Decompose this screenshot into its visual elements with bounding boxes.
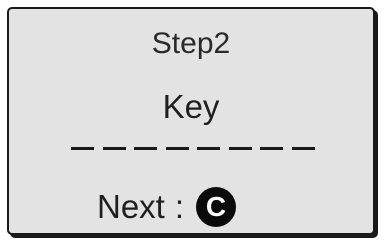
key-digit-slot [165, 147, 189, 150]
next-separator: : [174, 188, 185, 225]
key-digit-slot [197, 147, 221, 150]
key-entry-field[interactable] [71, 147, 315, 153]
c-button-icon[interactable]: C [196, 187, 237, 227]
key-prompt-label: Key [162, 88, 220, 125]
key-digit-slot [228, 147, 252, 150]
key-digit-slot [71, 147, 94, 150]
key-digit-slot [102, 147, 126, 150]
key-digit-slot [134, 147, 158, 150]
key-digit-slot [291, 147, 315, 150]
step-title: Step2 [151, 27, 231, 60]
next-instruction: Next : C [97, 187, 237, 227]
lcd-screen-panel: Step2 Key Next : C [7, 7, 375, 235]
key-digit-slot [260, 147, 284, 150]
next-label: Next [97, 188, 165, 225]
